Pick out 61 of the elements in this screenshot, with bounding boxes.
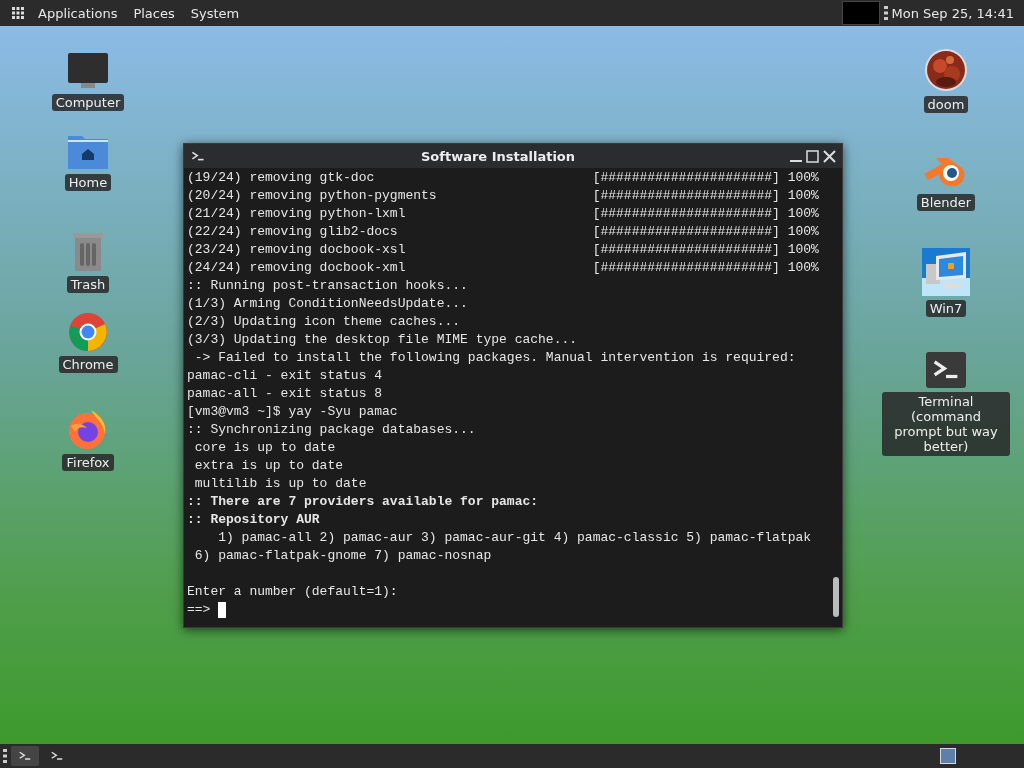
text-cursor (218, 602, 227, 618)
terminal-line: pamac-cli - exit status 4 (187, 367, 383, 385)
terminal-line: (3/3) Updating the desktop file MIME type cache... (187, 331, 578, 349)
terminal-line: :: Repository AUR (187, 511, 320, 529)
panel-menu[interactable]: Places (125, 5, 183, 21)
progress-text: [######################] 100% (592, 241, 819, 259)
terminal-line: (19/24) removing gtk-doc (187, 169, 376, 187)
icon-label[interactable]: Terminal (command prompt but way better) (882, 392, 1010, 456)
terminal-line: [vm3@vm3 ~]$ yay -Syu pamac (187, 403, 398, 421)
icon-label[interactable]: Trash (66, 276, 110, 293)
handle-icon[interactable] (883, 6, 888, 20)
computer-icon (922, 248, 970, 296)
terminal-line: pamac-all - exit status 8 (187, 385, 383, 403)
terminal-icon (49, 750, 65, 762)
terminal-line: (21/24) removing python-lxml (187, 205, 407, 223)
monitor-icon (67, 52, 109, 90)
terminal-line: (22/24) removing glib2-docs (187, 223, 399, 241)
workspace-switcher[interactable] (940, 748, 956, 764)
close-icon[interactable] (823, 149, 836, 163)
clock[interactable]: Mon Sep 25, 14:41 (887, 5, 1024, 21)
panel-menu[interactable]: System (182, 5, 248, 21)
maximize-icon[interactable] (806, 149, 819, 163)
terminal-line: (1/3) Arming ConditionNeedsUpdate... (187, 295, 468, 313)
scrollbar-thumb[interactable] (833, 577, 839, 617)
terminal-line: multilib is up to date (193, 475, 367, 493)
terminal-line: :: Running post-transaction hooks... (187, 277, 468, 295)
chrome-icon (68, 312, 108, 352)
taskbar-button[interactable] (11, 746, 39, 766)
progress-text: [######################] 100% (592, 169, 819, 187)
terminal-line: -> Failed to install the following packages. Manual intervention is required: (193, 349, 796, 367)
terminal-icon (926, 352, 966, 388)
icon-label[interactable]: Win7 (925, 300, 967, 317)
window-title: Software Installation (419, 148, 577, 164)
trash-icon (70, 232, 106, 272)
terminal-line: (2/3) Updating icon theme caches... (187, 313, 461, 331)
icon-label[interactable]: doom (923, 96, 969, 113)
icon-label[interactable]: Chrome (58, 356, 118, 373)
terminal-line: 1) pamac-all 2) pamac-aur 3) pamac-aur-git 4) pamac-classic 5) pamac-flatpak (217, 529, 812, 547)
terminal-line: :: There are 7 providers available for pamac: (187, 493, 539, 511)
progress-text: [######################] 100% (592, 205, 819, 223)
terminal-line: 6) pamac-flatpak-gnome 7) pamac-nosnap (193, 547, 492, 565)
handle-icon[interactable] (3, 749, 7, 763)
progress-text: [######################] 100% (592, 259, 819, 277)
terminal-line: (23/24) removing docbook-xsl (187, 241, 407, 259)
icon-label[interactable]: Blender (916, 194, 976, 211)
icon-label[interactable]: Home (64, 174, 112, 191)
terminal-line: (24/24) removing docbook-xml (187, 259, 407, 277)
prompt-text: ==> (187, 601, 211, 619)
terminal-line: extra is up to date (193, 457, 344, 475)
terminal-line: core is up to date (193, 439, 336, 457)
terminal-line: (20/24) removing python-pygments (187, 187, 438, 205)
icon-label[interactable]: Firefox (62, 454, 114, 471)
icon-label[interactable]: Computer (51, 94, 125, 111)
terminal-line: :: Synchronizing package databases... (187, 421, 476, 439)
terminal-line: Enter a number (default=1): (187, 583, 398, 601)
progress-text: [######################] 100% (592, 187, 819, 205)
panel-menu[interactable]: Applications (30, 5, 126, 21)
terminal-icon (190, 149, 206, 163)
apps-grid-icon[interactable] (12, 7, 24, 19)
progress-text: [######################] 100% (592, 223, 819, 241)
terminal-icon (17, 750, 33, 762)
